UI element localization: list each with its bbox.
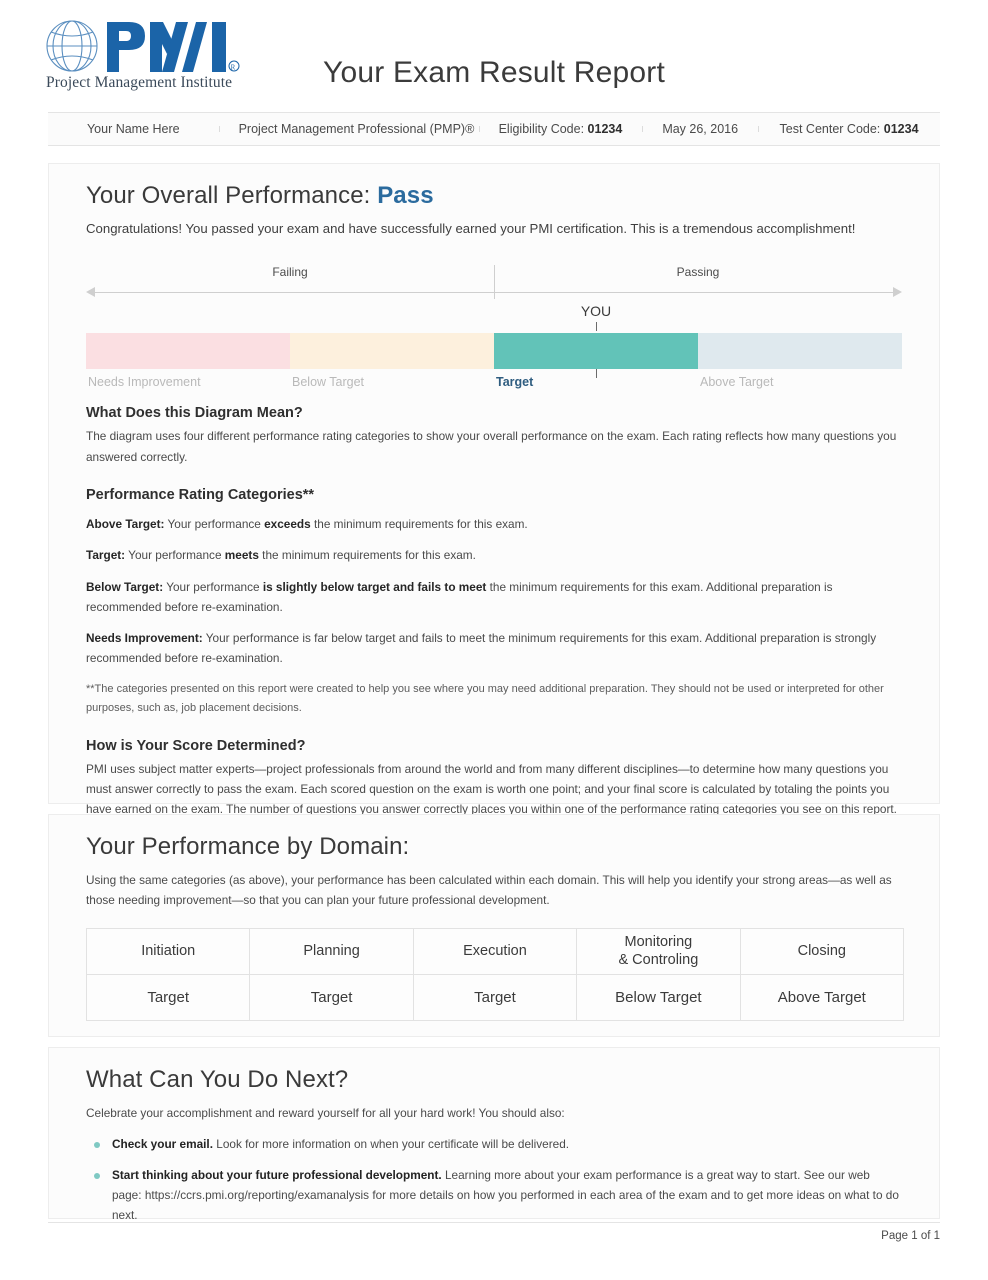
list-item: Check your email. Look for more informat… — [86, 1135, 902, 1155]
score-determination-block: How is Your Score Determined? PMI uses s… — [86, 738, 902, 820]
rating-category-name: Target: — [86, 548, 126, 563]
next-step-heading: Check your email. — [112, 1137, 213, 1152]
domain-column-header-2: Execution — [412, 927, 578, 975]
axis-arrow-left-icon — [86, 287, 95, 298]
scale-band-label-0: Needs Improvement — [88, 375, 201, 390]
rating-category-name: Needs Improvement: — [86, 631, 203, 646]
table-row: Target Target Target Below Target Above Targ… — [85, 973, 905, 1021]
rating-categories-heading: Performance Rating Categories** — [86, 487, 315, 504]
next-steps-intro: Celebrate your accomplishment and reward… — [86, 1106, 565, 1120]
rating-category-name: Below Target: — [86, 579, 164, 594]
performance-scale-diagram: Failing Passing YOU Needs Improvement Bel… — [86, 265, 902, 389]
info-candidate-name: Your Name Here — [48, 122, 219, 136]
table-header-row: Initiation Planning Execution Monitoring & C… — [85, 927, 905, 975]
rating-categories-block: Performance Rating Categories** Above Ta… — [86, 487, 902, 718]
scale-band-label-3: Above Target — [700, 375, 774, 390]
domain-performance-card: Your Performance by Domain: Using the sa… — [48, 814, 940, 1037]
domain-result-value-3: Below Target — [576, 973, 741, 1021]
rating-category-item-2: Below Target: Your performance is slight… — [86, 579, 833, 614]
candidate-info-bar: Your Name Here Project Management Profes… — [48, 112, 940, 146]
domain-section-intro: Using the same categories (as above), yo… — [86, 873, 892, 908]
axis-midpoint-divider — [494, 265, 495, 300]
overall-result-badge: Pass — [377, 182, 434, 209]
scale-band-3 — [698, 333, 902, 370]
diagram-explanation-text: The diagram uses four different performa… — [86, 429, 897, 464]
domain-section-title: Your Performance by Domain: — [86, 833, 410, 860]
domain-result-value-4: Above Target — [739, 973, 905, 1021]
scale-band-label-2: Target — [496, 375, 534, 390]
scale-band-labels: Needs Improvement Below Target Target Above… — [86, 375, 902, 389]
domain-column-header-4: Closing — [739, 927, 905, 975]
rating-category-emphasis: is slightly below target and fails to me… — [262, 579, 487, 594]
scale-label-passing: Passing — [676, 265, 720, 280]
scale-bands — [86, 333, 902, 370]
scale-band-1 — [290, 333, 494, 370]
info-test-center-code: Test Center Code: 01234 — [758, 122, 940, 136]
info-exam-date: May 26, 2016 — [642, 122, 758, 136]
info-value: May 26, 2016 — [662, 122, 739, 136]
score-determination-text: PMI uses subject matter experts—project … — [86, 761, 897, 817]
list-item: Start thinking about your future profess… — [86, 1166, 902, 1225]
domain-column-header-3: Monitoring & Controling — [576, 927, 741, 975]
scale-band-0 — [86, 333, 290, 370]
exam-analysis-link[interactable]: https://ccrs.pmi.org/reporting/examanaly… — [145, 1188, 369, 1202]
info-eligibility-code: Eligibility Code: 01234 — [478, 122, 643, 136]
page-title: Your Exam Result Report — [323, 56, 665, 89]
next-steps-card: What Can You Do Next? Celebrate your acc… — [48, 1047, 940, 1222]
rating-category-item-0: Above Target: Your performance exceeds t… — [86, 517, 528, 532]
scale-label-failing: Failing — [272, 265, 308, 280]
domain-results-table: Initiation Planning Execution Monitoring & C… — [85, 927, 905, 1021]
domain-result-value-1: Target — [249, 973, 414, 1021]
domain-result-value-2: Target — [412, 973, 578, 1021]
info-certification: Project Management Professional (PMP)® — [218, 122, 479, 136]
you-marker-label: YOU — [580, 303, 612, 320]
score-determination-heading: How is Your Score Determined? — [86, 737, 306, 754]
info-value: 01234 — [587, 122, 623, 136]
rating-category-emphasis: exceeds — [264, 517, 311, 532]
page-number-label: Page 1 of 1 — [881, 1230, 940, 1242]
scale-band-2 — [494, 333, 698, 370]
next-step-heading: Start thinking about your future profess… — [112, 1168, 442, 1183]
info-label: Eligibility Code: — [498, 122, 585, 136]
scale-axis — [86, 265, 902, 300]
congratulations-text: Congratulations! You passed your exam an… — [86, 221, 856, 236]
rating-category-item-3: Needs Improvement: Your performance is f… — [86, 631, 877, 666]
next-steps-list: Check your email. Look for more informat… — [86, 1135, 902, 1225]
info-value: Project Management Professional (PMP)® — [238, 122, 475, 136]
page-footer: Page 1 of 1 — [48, 1222, 940, 1242]
overall-title-prefix: Your Overall Performance: — [86, 182, 371, 209]
overall-performance-card: Your Overall Performance: Pass Congratul… — [48, 163, 940, 816]
rating-category-emphasis: meets — [224, 548, 259, 563]
document-header: R Project Management Institute Your Exam… — [0, 0, 988, 106]
you-marker-tick-top — [596, 322, 597, 332]
rating-category-item-1: Target: Your performance meets the minim… — [86, 548, 476, 563]
scale-band-label-1: Below Target — [292, 375, 365, 390]
exam-result-report-page: R Project Management Institute Your Exam… — [0, 0, 988, 1280]
diagram-explanation-block: What Does this Diagram Mean? The diagram… — [86, 405, 902, 467]
domain-column-header-0: Initiation — [85, 927, 251, 975]
diagram-explanation-heading: What Does this Diagram Mean? — [86, 405, 303, 422]
rating-categories-footnote: **The categories presented on this repor… — [86, 682, 884, 714]
axis-arrow-right-icon — [893, 287, 902, 298]
domain-column-header-1: Planning — [249, 927, 414, 975]
info-label: Test Center Code: — [779, 122, 881, 136]
overall-performance-title: Your Overall Performance: Pass — [86, 164, 902, 210]
info-value: Your Name Here — [86, 122, 180, 136]
next-steps-title: What Can You Do Next? — [86, 1066, 349, 1093]
domain-result-value-0: Target — [85, 973, 251, 1021]
info-value: 01234 — [883, 122, 919, 136]
rating-category-name: Above Target: — [86, 517, 165, 532]
